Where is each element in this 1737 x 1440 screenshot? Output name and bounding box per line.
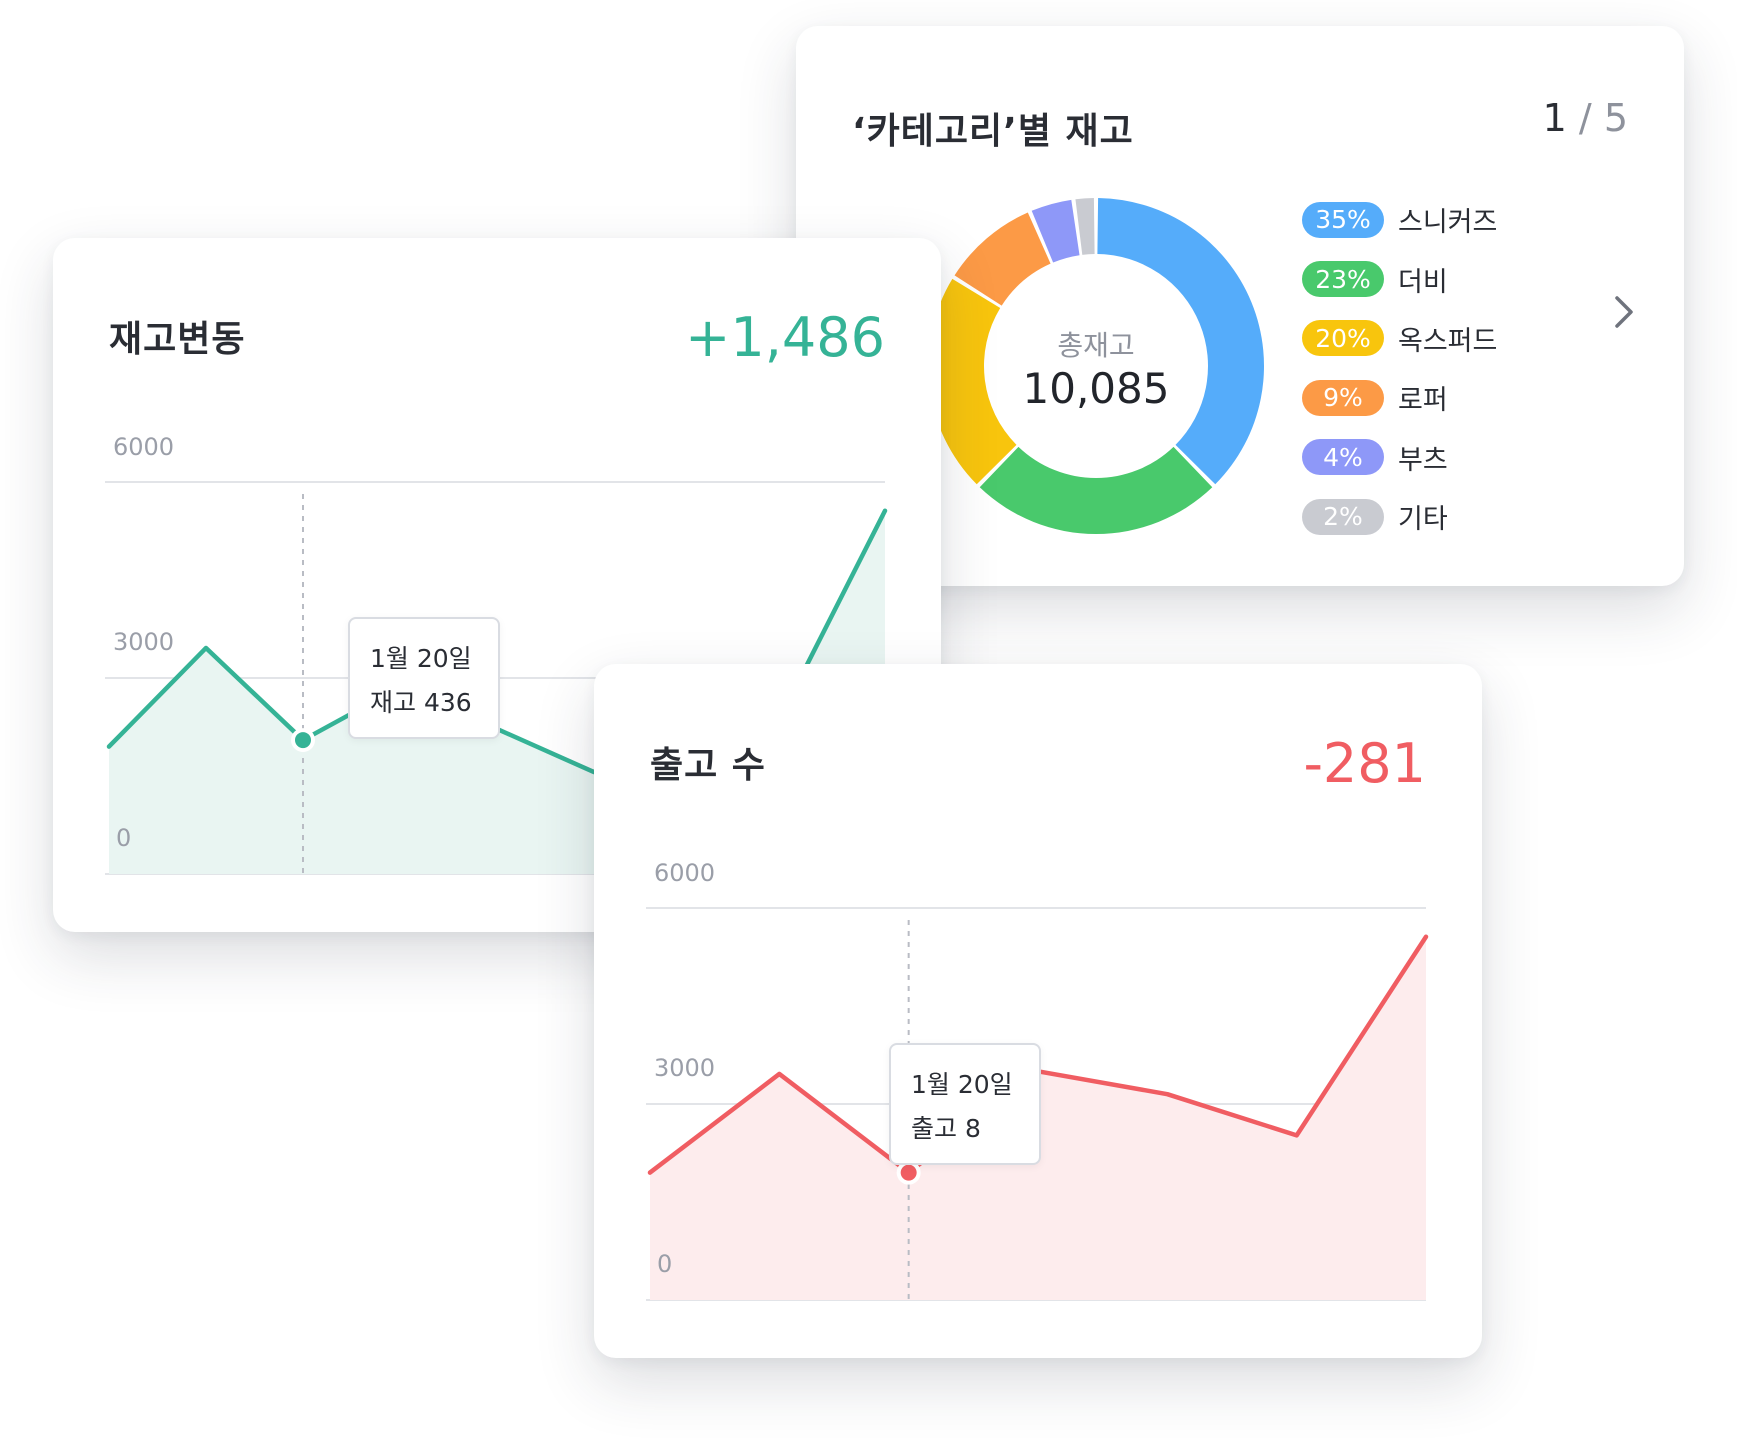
legend-item: 9% 로퍼 [1302, 368, 1497, 427]
legend-item: 20% 옥스퍼드 [1302, 309, 1497, 368]
chart-tooltip: 1월 20일 재고 436 [348, 617, 500, 739]
y-tick-label: 0 [657, 1250, 673, 1278]
legend-percent-badge: 9% [1302, 379, 1384, 416]
legend-label: 더비 [1398, 266, 1448, 298]
donut-slice [979, 446, 1213, 534]
legend-label: 옥스퍼드 [1398, 325, 1498, 357]
tooltip-date: 1월 20일 [911, 1070, 1013, 1099]
legend-item: 4% 부츠 [1302, 428, 1497, 487]
legend-item: 2% 기타 [1302, 487, 1497, 546]
y-tick-label: 0 [116, 824, 132, 852]
legend-percent-badge: 4% [1302, 439, 1384, 476]
chevron-right-icon [1615, 296, 1633, 328]
legend-label: 부츠 [1398, 444, 1448, 476]
legend-percent-badge: 2% [1302, 498, 1384, 535]
chart-tooltip: 1월 20일 출고 8 [889, 1043, 1041, 1165]
y-tick-label: 3000 [113, 628, 175, 656]
legend-percent-badge: 23% [1302, 261, 1384, 298]
legend-percent-badge: 20% [1302, 320, 1384, 357]
dashboard-stage: ‘카테고리’별 재고 1 / 5 총재고 10,085 35% 스니커즈 23% 더비… [0, 0, 1737, 1440]
legend-label: 기타 [1398, 504, 1448, 536]
tooltip-value: 재고 436 [370, 688, 472, 717]
legend-item: 35% 스니커즈 [1302, 190, 1497, 249]
pager-current: 1 [1542, 96, 1567, 140]
category-legend: 35% 스니커즈 23% 더비 20% 옥스퍼드 9% 로퍼 4% 부츠 2% 기타 [1302, 190, 1497, 546]
legend-label: 스니커즈 [1398, 207, 1498, 239]
pager: 1 / 5 [1543, 96, 1628, 140]
y-tick-label: 6000 [113, 433, 175, 461]
category-donut-chart: 총재고 10,085 [916, 186, 1276, 546]
donut-slice [1075, 198, 1095, 255]
tooltip-value: 출고 8 [911, 1114, 981, 1143]
y-tick-label: 6000 [654, 859, 716, 887]
pager-total: 5 [1603, 96, 1628, 140]
total-stock-label: 총재고 [1057, 329, 1135, 362]
next-page-button[interactable] [1600, 288, 1648, 336]
legend-item: 23% 더비 [1302, 249, 1497, 308]
y-tick-label: 3000 [654, 1054, 716, 1082]
shipment-count-card: 출고 수 -281 6000 3000 0 1월 20일 출고 8 [594, 664, 1482, 1358]
total-stock-value: 10,085 [1022, 364, 1170, 413]
legend-label: 로퍼 [1398, 385, 1448, 417]
legend-percent-badge: 35% [1302, 201, 1384, 238]
tooltip-date: 1월 20일 [370, 644, 472, 673]
card-title: ‘카테고리’별 재고 [852, 111, 1134, 152]
pager-separator: / [1578, 96, 1592, 140]
shipment-line-chart [646, 907, 1429, 1301]
highlight-point [896, 1160, 921, 1185]
highlight-point [291, 728, 315, 753]
